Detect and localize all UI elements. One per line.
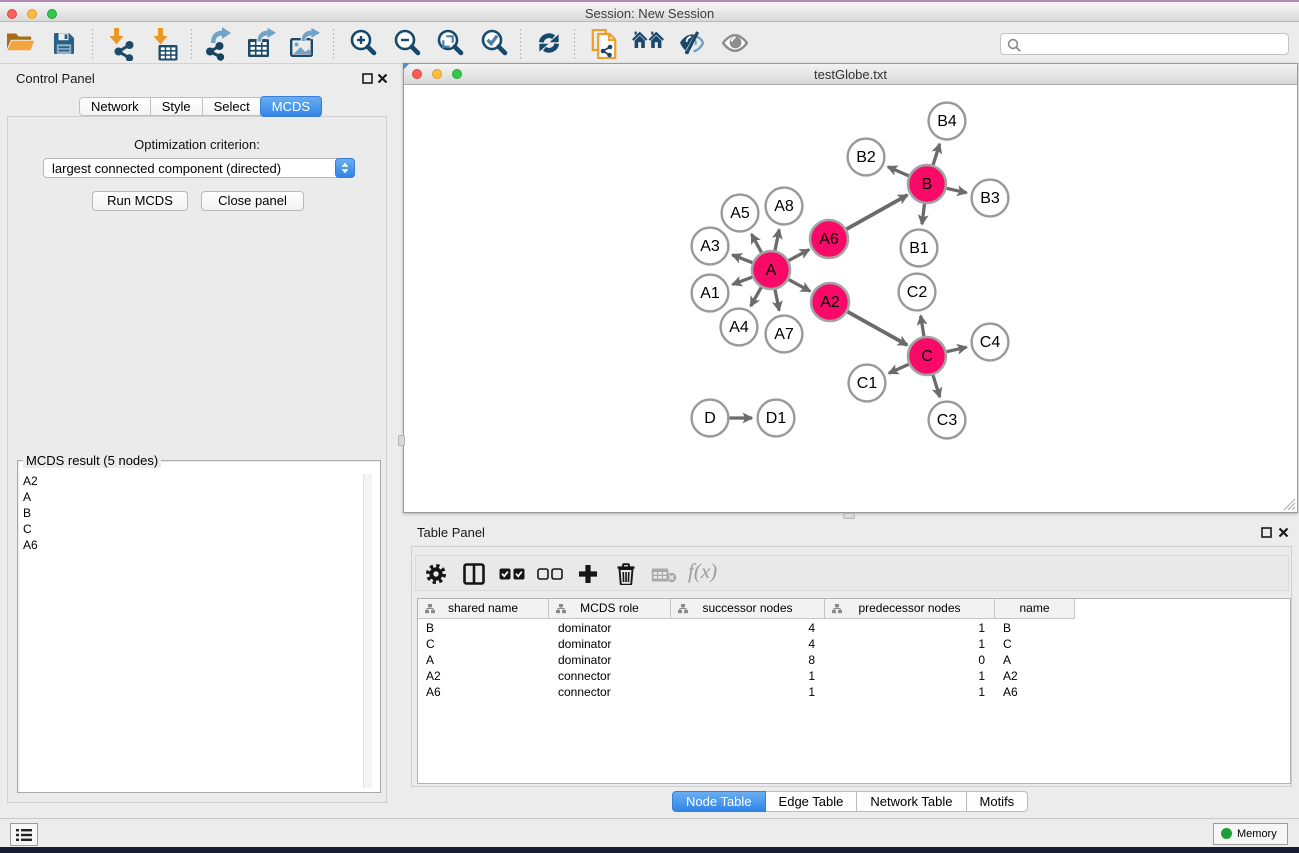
- svg-text:C3: C3: [937, 412, 958, 429]
- svg-text:B1: B1: [909, 240, 929, 257]
- svg-text:C4: C4: [980, 334, 1001, 351]
- svg-text:C1: C1: [857, 375, 878, 392]
- svg-text:C: C: [921, 348, 933, 365]
- svg-text:B: B: [922, 176, 933, 193]
- svg-text:A3: A3: [700, 238, 720, 255]
- svg-text:A2: A2: [820, 294, 840, 311]
- svg-text:B4: B4: [937, 113, 957, 130]
- svg-text:B3: B3: [980, 190, 1000, 207]
- svg-text:D1: D1: [766, 410, 787, 427]
- svg-text:A8: A8: [774, 198, 794, 215]
- svg-text:B2: B2: [856, 149, 876, 166]
- svg-text:D: D: [704, 410, 716, 427]
- svg-text:A: A: [766, 262, 777, 279]
- svg-text:A5: A5: [730, 205, 750, 222]
- svg-text:C2: C2: [907, 284, 928, 301]
- svg-text:A1: A1: [700, 285, 720, 302]
- svg-text:A7: A7: [774, 326, 794, 343]
- svg-text:A6: A6: [819, 231, 839, 248]
- svg-text:A4: A4: [729, 319, 749, 336]
